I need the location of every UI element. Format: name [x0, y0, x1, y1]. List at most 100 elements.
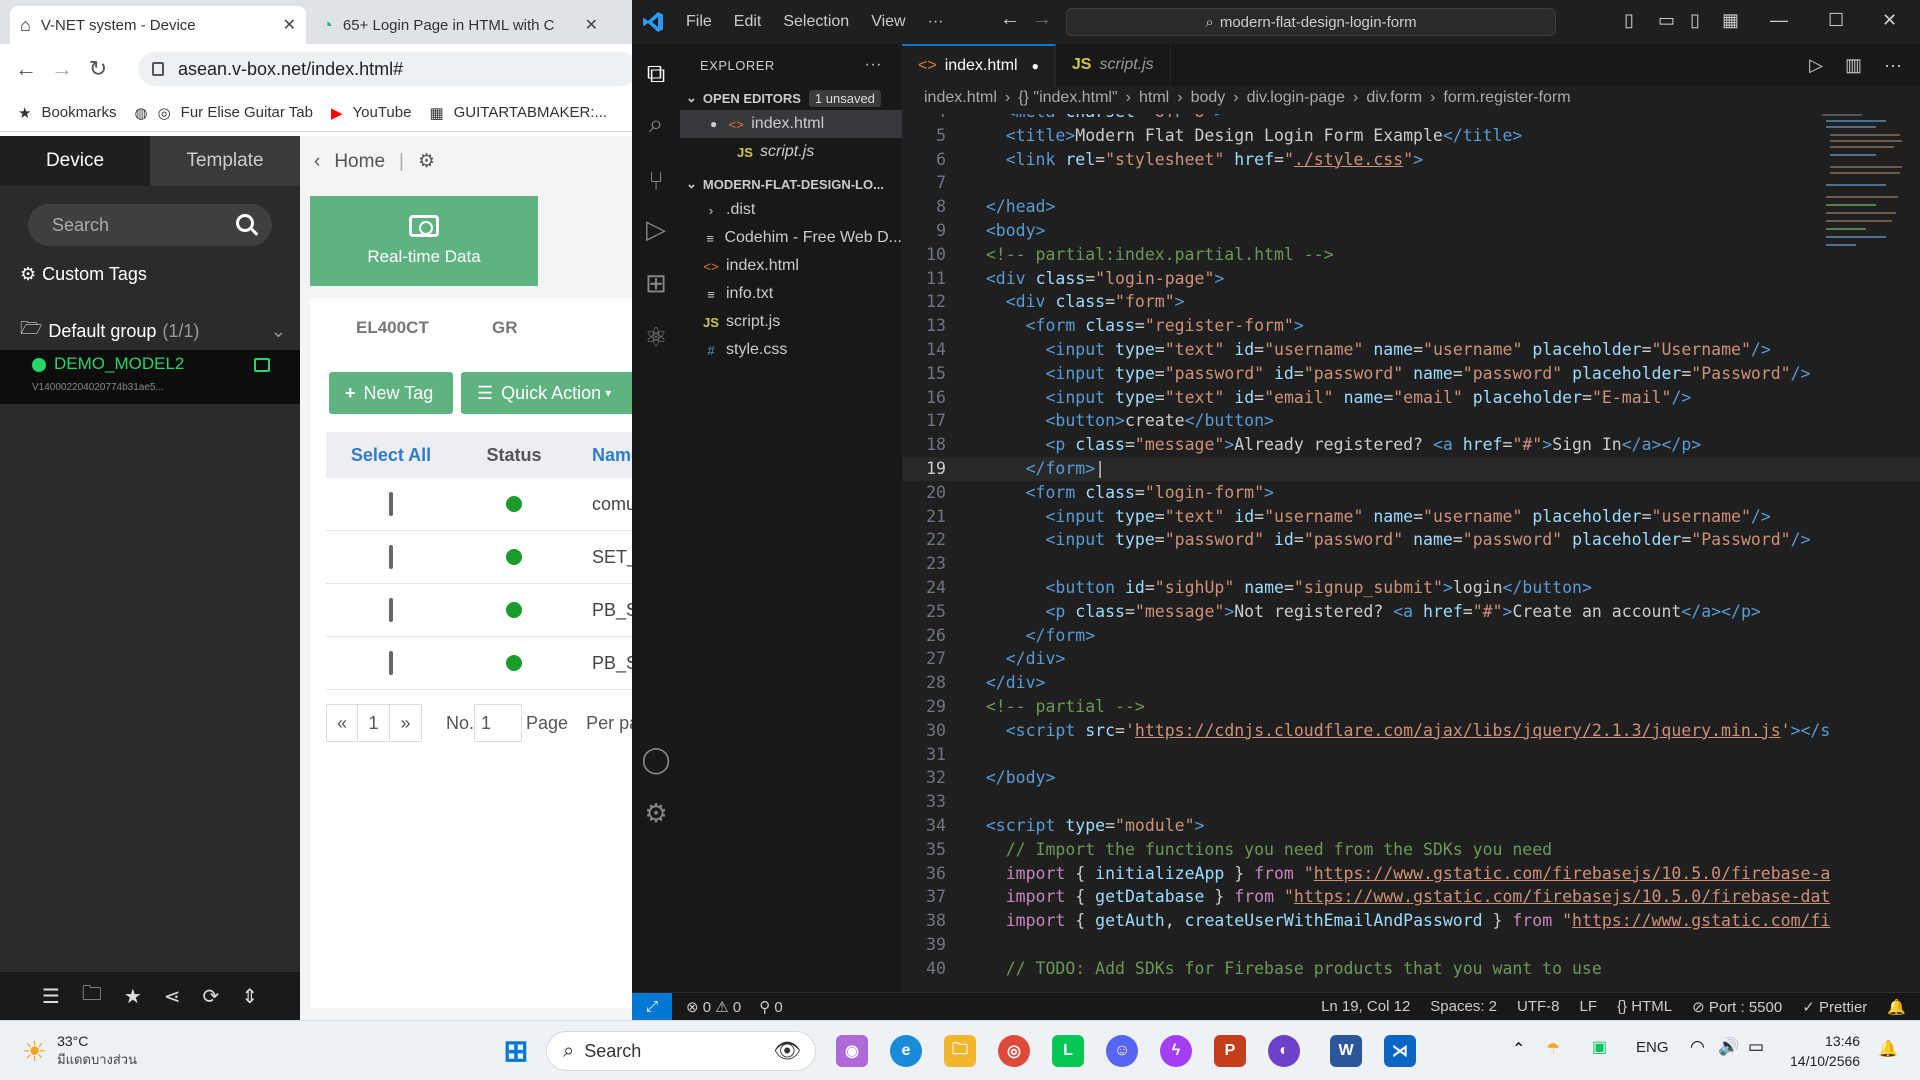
share-icon[interactable]: ⋖: [164, 984, 181, 1009]
realtime-data-card[interactable]: Real-time Data: [310, 196, 538, 286]
powerpoint-icon[interactable]: P: [1214, 1035, 1246, 1067]
split-editor-icon[interactable]: ▥: [1845, 55, 1862, 76]
manage-gear-icon[interactable]: ⚙: [632, 798, 680, 829]
file-item[interactable]: JS script.js: [680, 308, 902, 336]
ports-indicator[interactable]: ⚲ 0: [759, 998, 783, 1016]
code-editor[interactable]: 4 <meta charset="UTF-8"> 5 <title>Modern…: [902, 114, 1920, 984]
breadcrumb-item[interactable]: html: [1139, 89, 1169, 107]
select-all-header[interactable]: Select All: [326, 445, 456, 466]
back-chevron-icon[interactable]: ‹: [314, 151, 320, 173]
calendar-icon[interactable]: [254, 358, 270, 372]
command-center[interactable]: ⌕ modern-flat-design-login-form: [1066, 8, 1556, 36]
refresh-icon[interactable]: ⟳: [203, 984, 220, 1009]
page-1-button[interactable]: 1: [358, 704, 390, 742]
bookmark-item[interactable]: ▶ YouTube: [331, 104, 412, 122]
open-editor-item[interactable]: ● <> index.html: [680, 110, 902, 138]
tray-line-icon[interactable]: ▣: [1592, 1037, 1607, 1057]
tag-name[interactable]: SET_V: [572, 547, 632, 568]
minimize-icon[interactable]: —: [1770, 10, 1788, 31]
star-icon[interactable]: ★: [124, 984, 142, 1009]
toggle-panel-icon[interactable]: ▭: [1658, 10, 1675, 31]
new-tag-button[interactable]: + New Tag: [329, 372, 453, 414]
word-icon[interactable]: W: [1330, 1035, 1362, 1067]
back-icon[interactable]: ←: [8, 56, 44, 82]
unsaved-dot-icon[interactable]: ●: [1032, 59, 1039, 73]
clock[interactable]: 13:46 14/10/2566: [1790, 1031, 1860, 1071]
close-tab-icon[interactable]: ✕: [283, 15, 296, 35]
file-item[interactable]: # style.css: [680, 336, 902, 364]
project-section[interactable]: ⌄ MODERN-FLAT-DESIGN-LO...: [680, 172, 902, 196]
search-icon[interactable]: [236, 214, 254, 232]
page-number-input[interactable]: 1: [474, 704, 523, 742]
tray-weather-icon[interactable]: ☂: [1546, 1039, 1560, 1059]
open-editor-item[interactable]: JS script.js: [680, 138, 902, 166]
file-item[interactable]: ≡ Codehim - Free Web D...: [680, 224, 902, 252]
custom-tags-item[interactable]: ⚙ Custom Tags: [20, 264, 147, 285]
browser-tab-login[interactable]: ◔ 65+ Login Page in HTML with C ✕: [312, 6, 608, 44]
tag-name[interactable]: PB_ST: [572, 653, 632, 674]
extensions-icon[interactable]: ⊞: [632, 268, 680, 299]
close-window-icon[interactable]: ✕: [1882, 10, 1897, 31]
indentation[interactable]: Spaces: 2: [1430, 998, 1497, 1015]
sort-icon[interactable]: ⇕: [241, 984, 258, 1009]
breadcrumb-item[interactable]: {} "index.html": [1018, 89, 1117, 107]
breadcrumb-item[interactable]: index.html: [924, 89, 997, 107]
folder-open-icon[interactable]: 🗀: [82, 979, 102, 1013]
tab-template[interactable]: Template: [150, 136, 300, 186]
tag-name[interactable]: comuni: [572, 494, 632, 515]
tab-device[interactable]: Device: [0, 136, 150, 186]
tray-chevron-icon[interactable]: ⌃: [1512, 1039, 1525, 1059]
react-icon[interactable]: ⚛: [632, 322, 680, 353]
more-actions-icon[interactable]: ···: [1884, 55, 1902, 76]
problems-indicator[interactable]: ⊗ 0 ⚠ 0: [686, 998, 741, 1016]
tab-index-html[interactable]: <> index.html ●: [902, 44, 1056, 86]
remote-indicator-icon[interactable]: ⤢: [632, 992, 672, 1020]
search-icon[interactable]: ⌕: [632, 108, 680, 140]
name-header[interactable]: Name ▾: [572, 445, 632, 466]
weather-widget[interactable]: ☀ 33°C มีแดดบางส่วน: [22, 1033, 137, 1070]
line-ending[interactable]: LF: [1580, 998, 1598, 1015]
quick-action-button[interactable]: ☰ Quick Action ▾: [461, 372, 632, 414]
reload-icon[interactable]: ↻: [80, 56, 116, 82]
forward-icon[interactable]: →: [44, 56, 80, 82]
menu-selection[interactable]: Selection: [783, 13, 849, 31]
browser-tab-vnet[interactable]: ⌂ V-NET system - Device ✕: [10, 6, 306, 44]
wifi-icon[interactable]: ◠: [1690, 1037, 1705, 1057]
breadcrumb-item[interactable]: form.register-form: [1443, 89, 1570, 107]
live-server-port[interactable]: ⊘ Port : 5500: [1692, 998, 1782, 1016]
gear-icon[interactable]: ⚙: [418, 150, 435, 173]
tab-script-js[interactable]: JS script.js: [1056, 44, 1171, 86]
line-icon[interactable]: L: [1052, 1035, 1084, 1067]
tab-gr[interactable]: GR: [492, 318, 518, 338]
notification-bell-icon[interactable]: 🔔: [1878, 1039, 1898, 1059]
encoding[interactable]: UTF-8: [1517, 998, 1560, 1015]
account-icon[interactable]: ◯: [632, 744, 680, 775]
toggle-sidebar-icon[interactable]: ▯: [1624, 10, 1634, 31]
maximize-icon[interactable]: ☐: [1828, 10, 1844, 31]
prettier-status[interactable]: ✓ Prettier: [1802, 998, 1867, 1016]
edge-icon[interactable]: e: [890, 1035, 922, 1067]
language-indicator[interactable]: ENG: [1636, 1039, 1669, 1056]
run-debug-icon[interactable]: ▷: [632, 214, 680, 245]
file-explorer-icon[interactable]: 🗀: [944, 1035, 976, 1067]
bookmark-item[interactable]: ◍ ◎ Fur Elise Guitar Tab: [134, 104, 312, 122]
messenger-icon[interactable]: ϟ: [1160, 1035, 1192, 1067]
menu-edit[interactable]: Edit: [734, 13, 762, 31]
windows-start-icon[interactable]: ⊞: [500, 1035, 532, 1068]
nav-back-icon[interactable]: ←: [1000, 8, 1020, 31]
bookmark-item[interactable]: ★ Bookmarks: [18, 104, 116, 122]
tab-el400ct[interactable]: EL400CT: [356, 318, 429, 338]
chrome-icon[interactable]: ◎: [998, 1035, 1030, 1067]
taskbar-search[interactable]: ⌕ Search 👁: [546, 1031, 816, 1071]
prev-page-button[interactable]: «: [326, 704, 358, 742]
breadcrumb-item[interactable]: body: [1191, 89, 1226, 107]
nav-forward-icon[interactable]: →: [1032, 8, 1052, 31]
language-mode[interactable]: {} HTML: [1617, 998, 1672, 1015]
row-checkbox[interactable]: [389, 491, 393, 516]
menu-file[interactable]: File: [686, 13, 712, 31]
tag-name[interactable]: PB_ST: [572, 600, 632, 621]
row-checkbox[interactable]: [389, 544, 393, 569]
vscode-taskbar-icon[interactable]: ⋊: [1384, 1035, 1416, 1067]
device-row[interactable]: DEMO_MODEL2 V140002204020774b31ae5...: [0, 350, 300, 404]
chevron-down-icon[interactable]: ⌄: [271, 321, 286, 342]
